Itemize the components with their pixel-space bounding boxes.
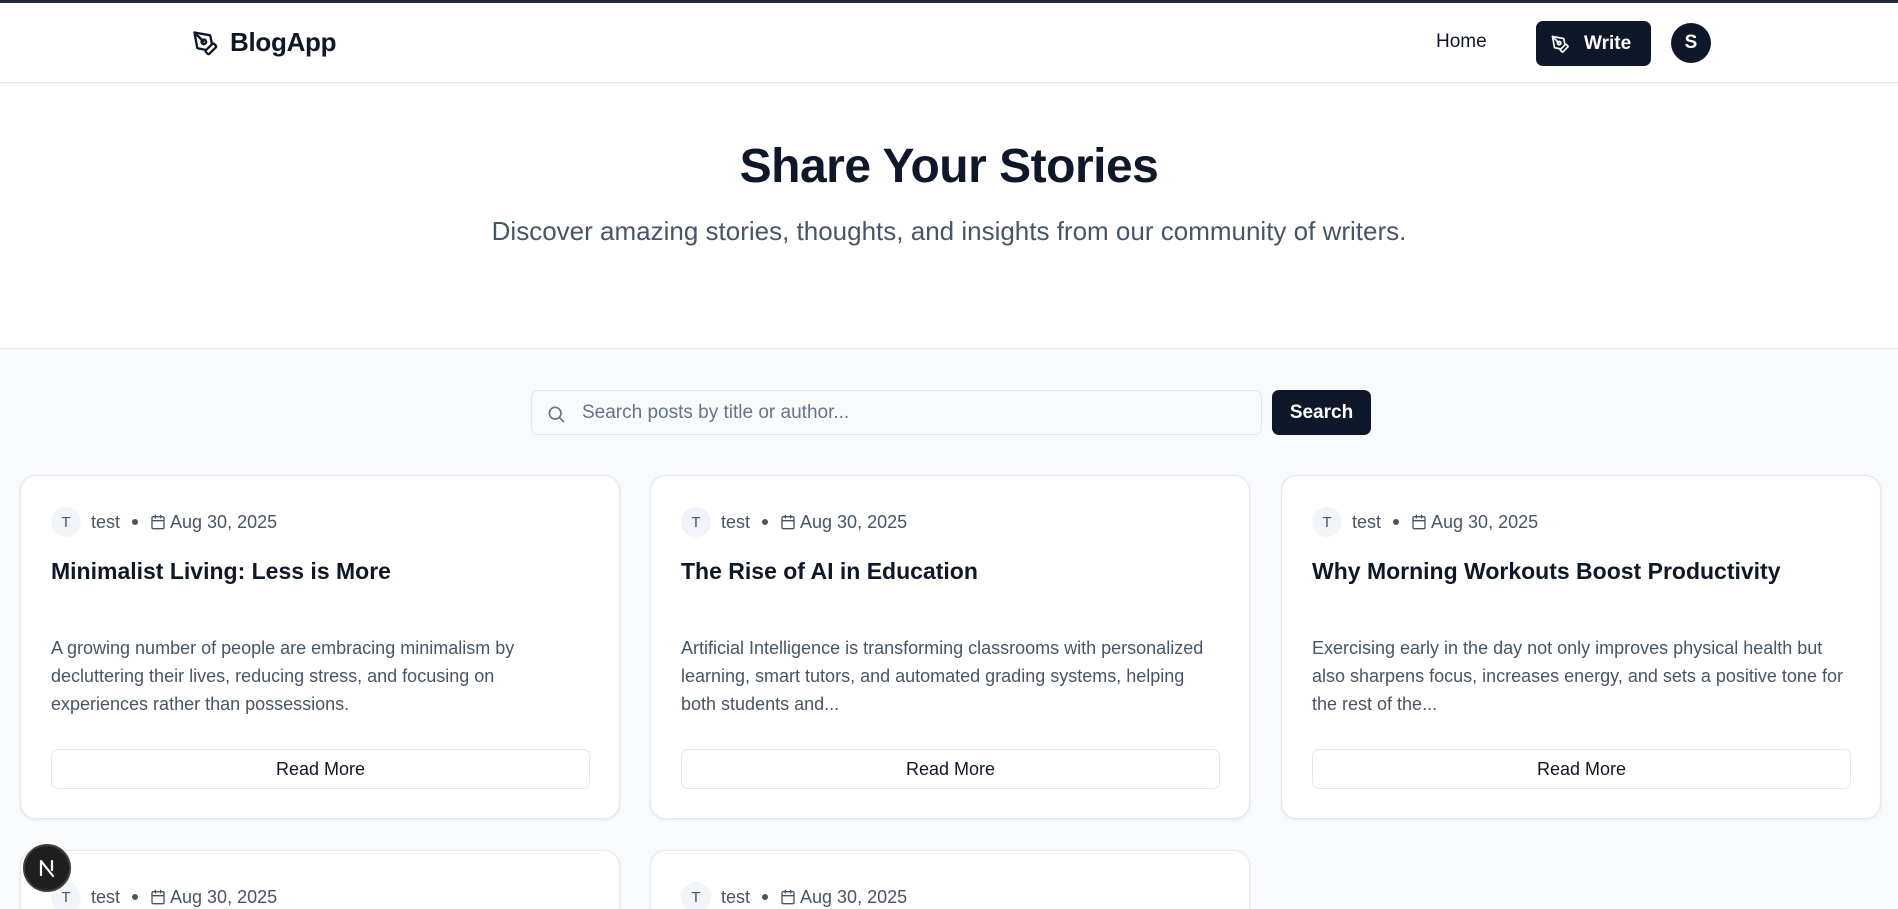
post-meta: T test Aug 30, 2025 xyxy=(51,507,278,537)
write-button[interactable]: Write xyxy=(1536,21,1651,66)
post-meta: T test Aug 30, 2025 xyxy=(681,507,908,537)
post-excerpt: Exercising early in the day not only imp… xyxy=(1312,638,1843,714)
post-title[interactable]: The Rise of AI in Education xyxy=(681,558,1221,585)
post-meta: T test Aug 30, 2025 xyxy=(681,882,908,909)
calendar-icon xyxy=(1411,514,1427,530)
pen-tool-icon xyxy=(1550,34,1570,54)
author-avatar: T xyxy=(681,882,711,909)
post-date: Aug 30, 2025 xyxy=(170,511,278,532)
search-icon xyxy=(546,404,566,424)
meta-separator xyxy=(1393,519,1400,525)
write-button-label: Write xyxy=(1584,32,1632,54)
nav-home-link[interactable]: Home xyxy=(1436,31,1487,53)
brand-name: BlogApp xyxy=(230,27,337,57)
meta-separator xyxy=(762,519,769,525)
read-more-button[interactable]: Read More xyxy=(1312,749,1851,789)
read-more-button[interactable]: Read More xyxy=(681,749,1220,789)
post-author: test xyxy=(721,886,751,907)
calendar-icon xyxy=(150,889,166,905)
calendar-icon xyxy=(780,889,796,905)
post-card: T test Aug 30, 2025 The Rise of AI in Ed… xyxy=(650,475,1250,819)
author-avatar: T xyxy=(51,507,81,537)
post-card: T test Aug 30, 2025 Minimalist Living: L… xyxy=(20,475,620,819)
post-meta: T test Aug 30, 2025 xyxy=(51,882,278,909)
pen-tool-icon xyxy=(190,28,220,58)
meta-separator xyxy=(762,894,769,900)
post-date: Aug 30, 2025 xyxy=(800,511,908,532)
author-avatar: T xyxy=(1312,507,1342,537)
calendar-icon xyxy=(150,514,166,530)
brand-link[interactable]: BlogApp xyxy=(190,27,337,58)
post-author: test xyxy=(91,886,121,907)
post-author: test xyxy=(1352,511,1382,532)
author-avatar: T xyxy=(681,507,711,537)
post-date: Aug 30, 2025 xyxy=(170,886,278,907)
post-title[interactable]: Why Morning Workouts Boost Productivity xyxy=(1312,558,1852,585)
post-author: test xyxy=(721,511,751,532)
hero-subtitle: Discover amazing stories, thoughts, and … xyxy=(491,216,1407,246)
post-title[interactable]: Minimalist Living: Less is More xyxy=(51,558,591,585)
post-date: Aug 30, 2025 xyxy=(800,886,908,907)
hero-title: Share Your Stories xyxy=(739,140,1159,193)
site-header: BlogApp Home Write S xyxy=(0,3,1898,83)
meta-separator xyxy=(132,894,139,900)
nextjs-icon[interactable] xyxy=(23,844,71,892)
search-input[interactable] xyxy=(582,391,1252,434)
calendar-icon xyxy=(780,514,796,530)
search-box xyxy=(531,390,1262,435)
meta-separator xyxy=(132,519,139,525)
post-card: T test Aug 30, 2025 xyxy=(650,850,1250,909)
post-excerpt: Artificial Intelligence is transforming … xyxy=(681,638,1204,714)
search-button[interactable]: Search xyxy=(1272,390,1371,435)
hero-section: Share Your Stories Discover amazing stor… xyxy=(0,84,1898,349)
post-excerpt: A growing number of people are embracing… xyxy=(51,638,515,714)
post-date: Aug 30, 2025 xyxy=(1431,511,1539,532)
post-meta: T test Aug 30, 2025 xyxy=(1312,507,1539,537)
post-card: T test Aug 30, 2025 xyxy=(20,850,620,909)
read-more-button[interactable]: Read More xyxy=(51,749,590,789)
post-card: T test Aug 30, 2025 Why Morning Workouts… xyxy=(1281,475,1881,819)
user-avatar[interactable]: S xyxy=(1671,23,1711,63)
post-author: test xyxy=(91,511,121,532)
